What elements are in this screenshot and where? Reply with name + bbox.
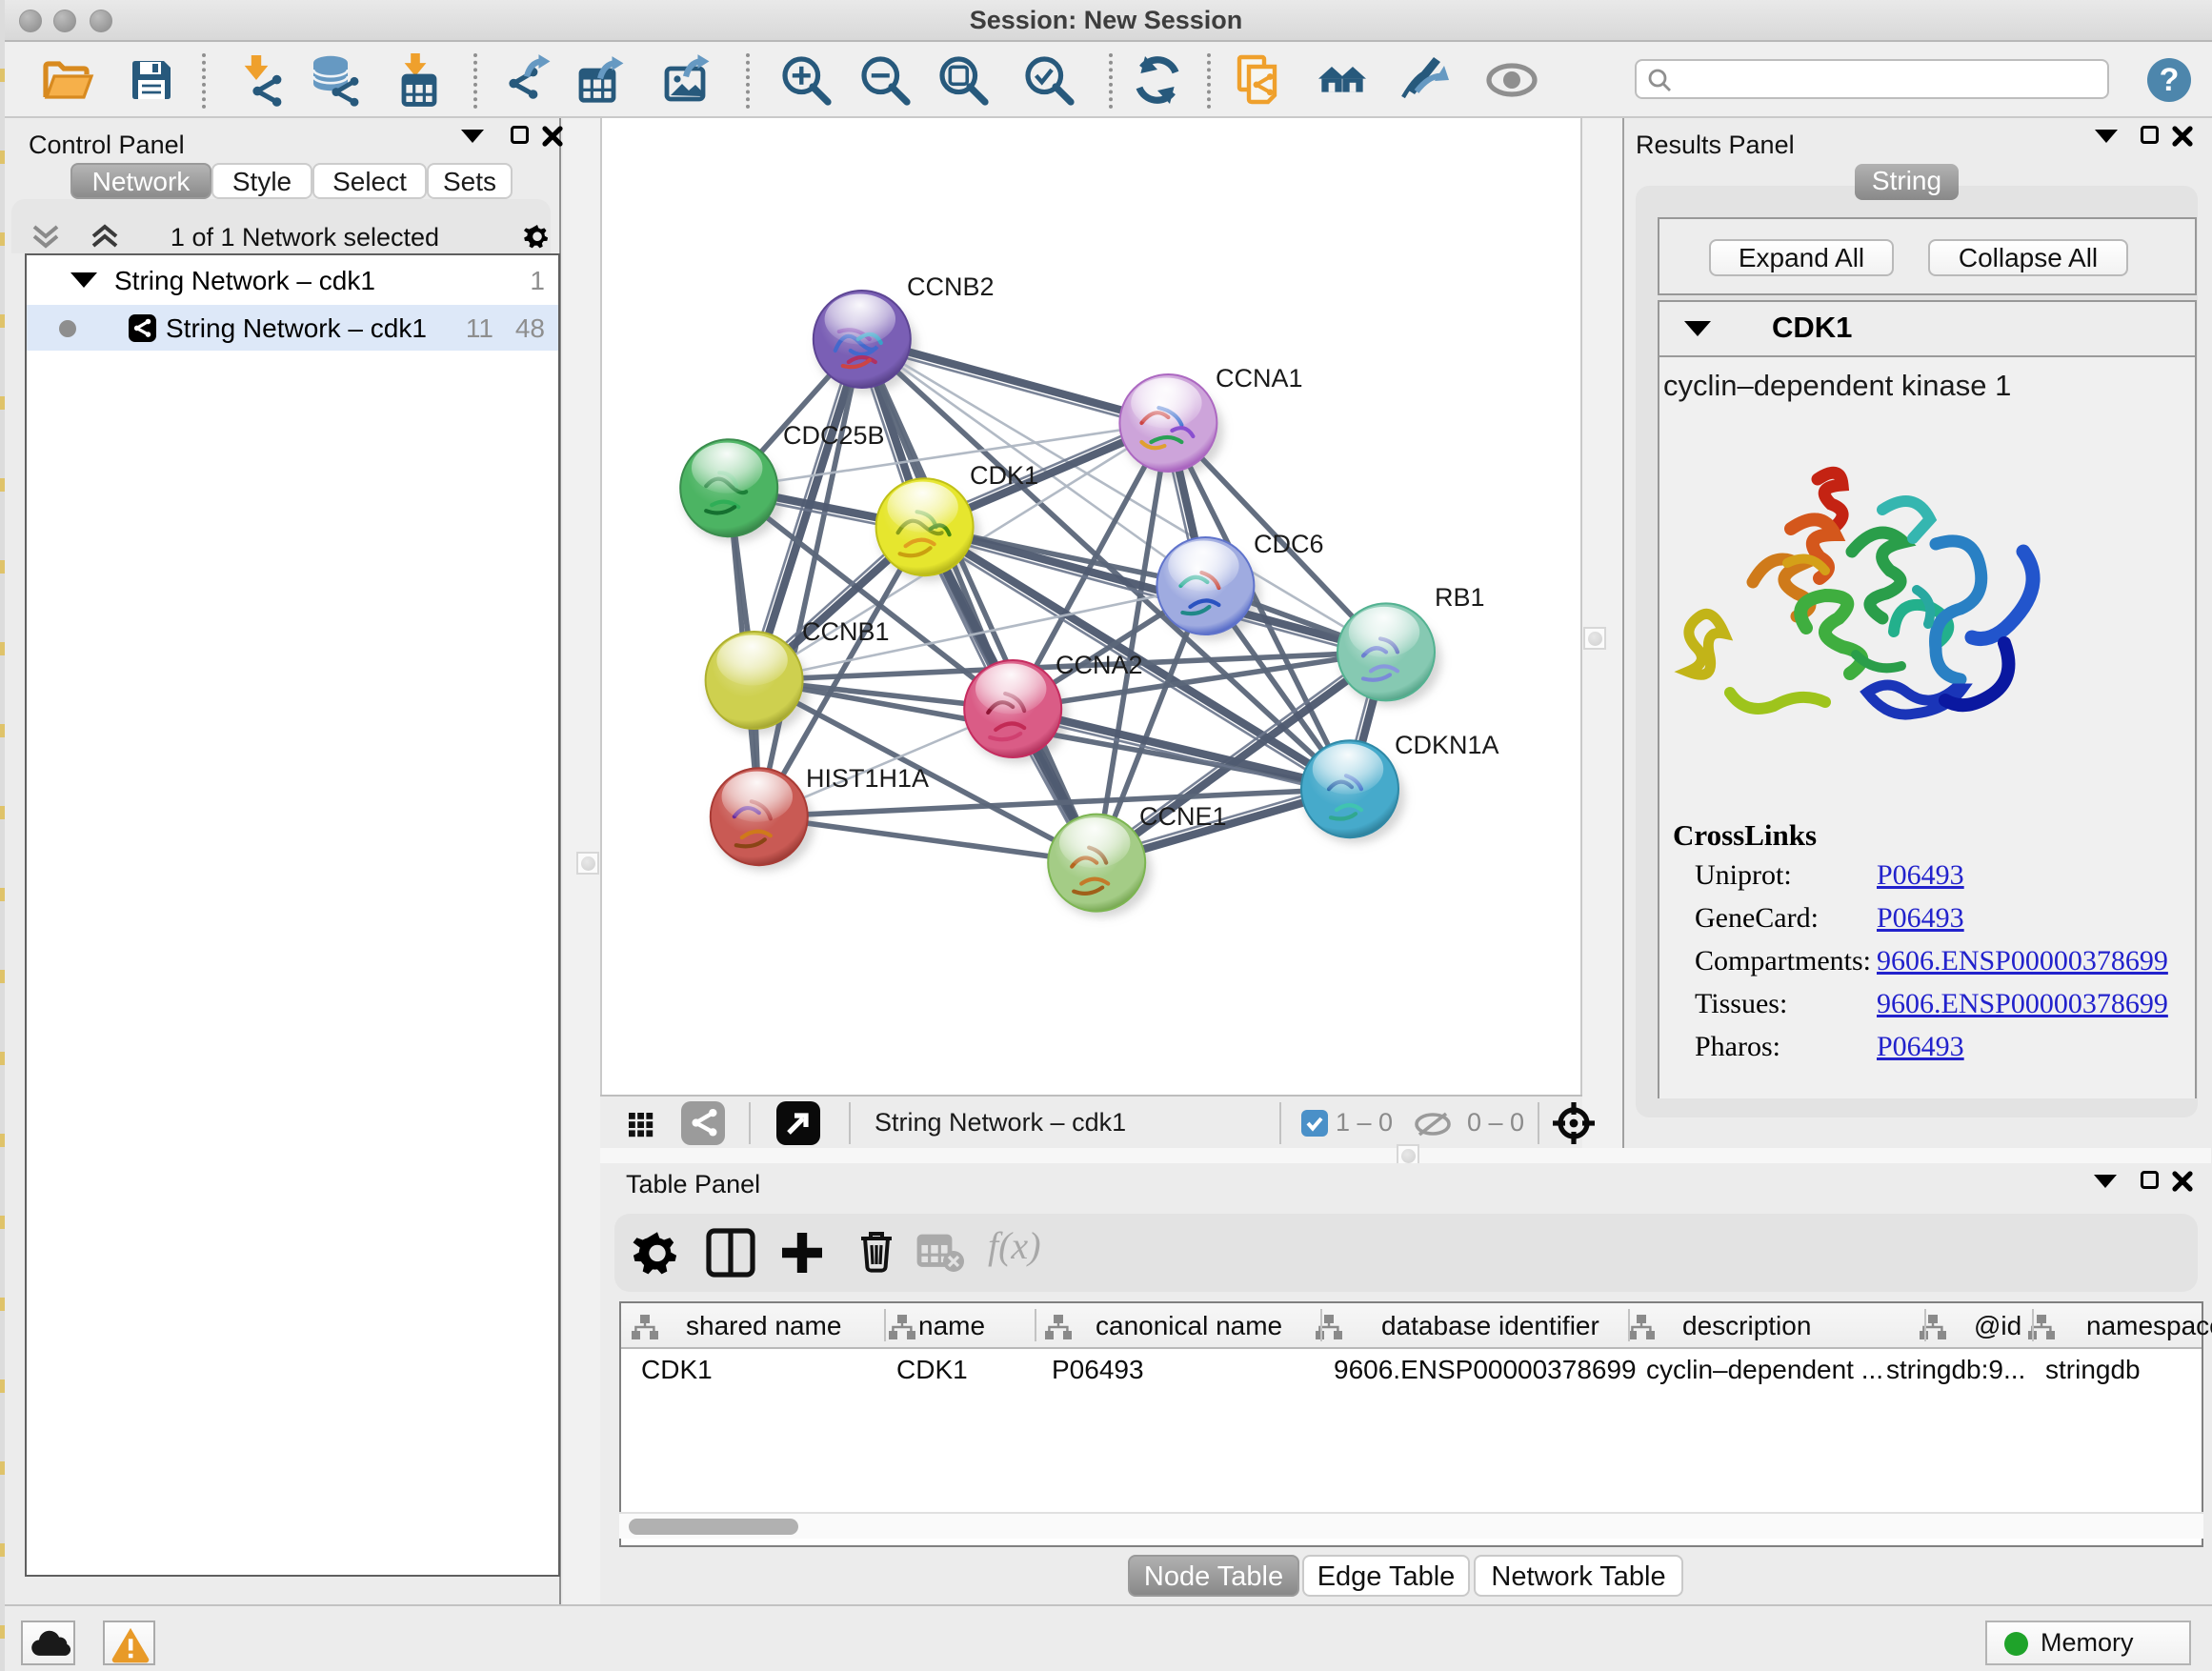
- svg-text:CDC6: CDC6: [1254, 530, 1324, 558]
- svg-text:HIST1H1A: HIST1H1A: [806, 764, 929, 793]
- svg-text:CDC25B: CDC25B: [783, 421, 885, 450]
- svg-text:CDKN1A: CDKN1A: [1395, 731, 1499, 759]
- svg-text:CCNE1: CCNE1: [1139, 802, 1227, 831]
- svg-text:CCNB2: CCNB2: [907, 272, 995, 301]
- svg-text:CCNB1: CCNB1: [802, 617, 890, 646]
- svg-text:CDK1: CDK1: [970, 461, 1038, 490]
- svg-text:CCNA1: CCNA1: [1216, 364, 1303, 393]
- svg-text:CCNA2: CCNA2: [1056, 651, 1143, 679]
- svg-text:?: ?: [2160, 62, 2180, 98]
- svg-text:RB1: RB1: [1435, 583, 1485, 612]
